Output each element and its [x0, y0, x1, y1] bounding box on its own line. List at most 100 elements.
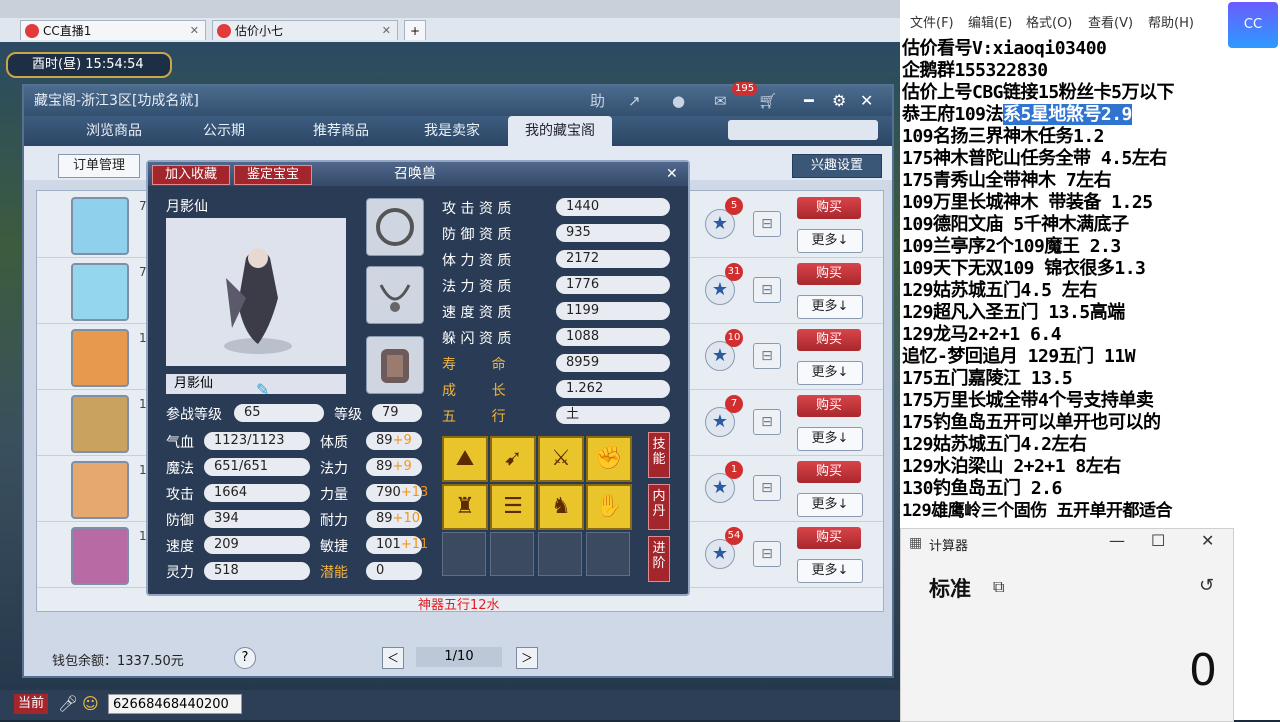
buy-button[interactable]: 购买	[797, 527, 861, 549]
cart-icon[interactable]: ⊟	[753, 211, 781, 237]
more-button[interactable]: 更多↓	[797, 427, 863, 451]
attr-value: 790+13	[366, 484, 428, 502]
keep-on-top-icon[interactable]: ⧉	[993, 577, 1004, 597]
stop-icon[interactable]: ●	[672, 86, 685, 116]
pet-name: 月影仙	[166, 199, 208, 215]
interest-settings-button[interactable]: 兴趣设置	[792, 154, 882, 178]
tab-my-cbg[interactable]: 我的藏宝阁	[508, 116, 612, 146]
calculator-mode[interactable]: 标准	[929, 573, 971, 603]
aptitude-value: 1199	[556, 302, 670, 320]
tab-recommended[interactable]: 推荐商品	[286, 116, 396, 146]
search-input[interactable]	[728, 120, 878, 140]
skill-icon[interactable]: ⛰	[442, 436, 488, 482]
skill-icon[interactable]: ✊	[586, 436, 632, 482]
channel-label[interactable]: 当前	[14, 694, 49, 714]
aptitude-value: 1.262	[556, 380, 670, 398]
next-page-button[interactable]: ＞	[516, 647, 538, 669]
menu-view[interactable]: 查看(V)	[1088, 12, 1133, 31]
attr-value: 89+9	[366, 458, 422, 476]
favorite-count: 10	[725, 329, 743, 347]
close-icon[interactable]: ✕	[382, 21, 391, 41]
buy-button[interactable]: 购买	[797, 197, 861, 219]
close-icon[interactable]: ✕	[1201, 531, 1214, 550]
skill-icon[interactable]: ♜	[442, 484, 488, 530]
equipment-slot[interactable]	[366, 266, 424, 324]
buy-button[interactable]: 购买	[797, 329, 861, 351]
stat-label: 灵力	[166, 565, 194, 581]
order-management-button[interactable]: 订单管理	[58, 154, 140, 178]
tab-inner-dan[interactable]: 内丹	[648, 484, 670, 530]
attr-value: 89+10	[366, 510, 422, 528]
battle-level-label: 参战等级	[166, 407, 222, 423]
stat-label: 气血	[166, 435, 194, 451]
prev-page-button[interactable]: ＜	[382, 647, 404, 669]
favorite-count: 31	[725, 263, 743, 281]
help-icon[interactable]: ?	[234, 647, 256, 669]
buy-button[interactable]: 购买	[797, 263, 861, 285]
cc-logo-icon	[25, 24, 39, 38]
maximize-icon[interactable]: ☐	[1151, 531, 1165, 550]
add-favorite-button[interactable]: 加入收藏	[152, 165, 230, 185]
tab-advance[interactable]: 进阶	[648, 536, 670, 582]
help-button[interactable]: 助	[590, 86, 605, 116]
message-icon[interactable]: ✉	[714, 86, 727, 116]
buy-button[interactable]: 购买	[797, 461, 861, 483]
more-button[interactable]: 更多↓	[797, 361, 863, 385]
tab-skills[interactable]: 技能	[648, 432, 670, 478]
equipment-slot[interactable]	[366, 336, 424, 394]
close-icon[interactable]: ✕	[860, 86, 873, 116]
skill-icon[interactable]: ✋	[586, 484, 632, 530]
menu-help[interactable]: 帮助(H)	[1148, 12, 1194, 31]
new-tab-button[interactable]: +	[404, 20, 426, 40]
skill-icon[interactable]: ♞	[538, 484, 584, 530]
cart-icon[interactable]: ⊟	[753, 475, 781, 501]
cart-icon[interactable]: 🛒︎	[758, 86, 777, 116]
chat-input[interactable]: 62668468440200	[108, 694, 242, 714]
favorite-count: 1	[725, 461, 743, 479]
aptitude-label: 防 御 资 质	[442, 227, 512, 243]
more-button[interactable]: 更多↓	[797, 295, 863, 319]
attr-value: 89+9	[366, 432, 422, 450]
settings-icon[interactable]: ⚙	[832, 86, 846, 116]
emoji-icon[interactable]: ☺	[82, 694, 99, 713]
attr-value: 101+11	[366, 536, 428, 554]
dialog-title: 召唤兽	[394, 166, 436, 182]
cart-icon[interactable]: ⊟	[753, 409, 781, 435]
window-top-strip	[0, 0, 900, 18]
minimize-icon[interactable]: ━	[804, 86, 814, 116]
cart-icon[interactable]: ⊟	[753, 277, 781, 303]
history-icon[interactable]: ↺	[1199, 575, 1214, 596]
tab-browse[interactable]: 浏览商品	[64, 116, 164, 146]
calculator-icon: ▦	[909, 535, 923, 551]
tab-seller[interactable]: 我是卖家	[400, 116, 504, 146]
level-value: 79	[372, 404, 422, 422]
stat-value: 651/651	[204, 458, 310, 476]
aptitude-value: 土	[556, 406, 670, 424]
empty-skill-slot	[442, 532, 486, 576]
minimize-icon[interactable]: —	[1109, 531, 1125, 550]
microphone-icon[interactable]: 🎤︎	[58, 694, 78, 713]
menu-file[interactable]: 文件(F)	[910, 12, 954, 31]
tab-appraiser[interactable]: 估价小七 ✕	[212, 20, 398, 40]
more-button[interactable]: 更多↓	[797, 559, 863, 583]
skill-icon[interactable]: ☰	[490, 484, 536, 530]
cart-icon[interactable]: ⊟	[753, 541, 781, 567]
more-button[interactable]: 更多↓	[797, 229, 863, 253]
buy-button[interactable]: 购买	[797, 395, 861, 417]
cart-icon[interactable]: ⊟	[753, 343, 781, 369]
menu-format[interactable]: 格式(O)	[1026, 12, 1072, 31]
close-icon[interactable]: ✕	[666, 162, 678, 186]
skill-icon[interactable]: ➹	[490, 436, 536, 482]
appraise-button[interactable]: 鉴定宝宝	[234, 165, 312, 185]
empty-skill-slot	[538, 532, 582, 576]
skill-icon[interactable]: ⚔	[538, 436, 584, 482]
stat-label: 攻击	[166, 487, 194, 503]
more-button[interactable]: 更多↓	[797, 493, 863, 517]
equipment-slot[interactable]	[366, 198, 424, 256]
share-icon[interactable]: ↗	[628, 86, 641, 116]
aptitude-value: 1440	[556, 198, 670, 216]
tab-cc-live[interactable]: CC直播1 ✕	[20, 20, 206, 40]
tab-public[interactable]: 公示期	[174, 116, 274, 146]
close-icon[interactable]: ✕	[190, 21, 199, 41]
menu-edit[interactable]: 编辑(E)	[968, 12, 1012, 31]
